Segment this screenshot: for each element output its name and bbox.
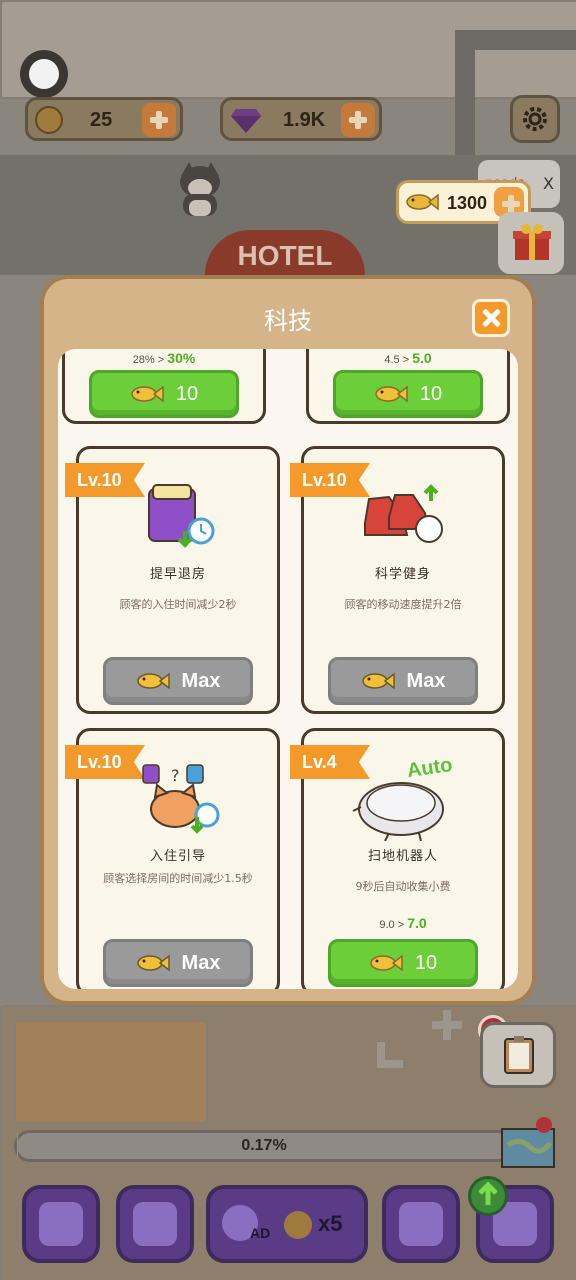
card-stat: 28% > 30% [132, 350, 196, 366]
svg-text:?: ? [171, 766, 180, 785]
upgrade-button[interactable]: 10 [333, 370, 483, 418]
upgrade-button[interactable]: 10 [328, 939, 478, 987]
fish-icon [375, 385, 408, 403]
upgrade-button[interactable]: 10 [89, 370, 239, 418]
level-progress-bar: 0.17% [14, 1130, 514, 1162]
map-button[interactable] [500, 1115, 560, 1170]
ad-boost-button[interactable]: AD x5 [206, 1185, 368, 1263]
maxed-button[interactable]: Max [103, 939, 253, 987]
hotel-sign-text: HOTEL [237, 240, 333, 271]
ad-multiplier: x5 [318, 1211, 343, 1236]
coin-counter: 25 [25, 97, 183, 141]
card-stat: 4.5 > 5.0 [384, 350, 432, 366]
ad-label: AD [250, 1225, 271, 1241]
sneakers-icon [359, 483, 454, 551]
button-label: Max [181, 669, 221, 692]
hammer-icon [133, 1202, 177, 1246]
gem-icon [231, 107, 261, 133]
card-description: 顾客的入住时间减少2秒 [119, 598, 237, 611]
tech-card: 4.5 > 5.0 10 [306, 349, 510, 424]
gem-counter: 1.9K [220, 97, 382, 141]
fish-icon [405, 193, 439, 215]
gift-icon [512, 222, 552, 262]
progress-label: 0.17% [241, 1137, 287, 1154]
card-description: 顾客的移动速度提升2倍 [344, 598, 462, 611]
tech-list[interactable]: 28% > 30% 10 4.5 > 5.0 10 Lv.10 提早退房 顾客的… [58, 349, 518, 989]
staff-button[interactable] [382, 1185, 460, 1263]
hammer-button[interactable] [116, 1185, 194, 1263]
upgrade-price: 10 [175, 382, 199, 405]
cat-character [175, 160, 225, 218]
corner-decoration-icon [375, 1040, 405, 1070]
gift-button[interactable] [498, 212, 564, 274]
maxed-button[interactable]: Max [103, 657, 253, 705]
fish-icon [131, 385, 164, 403]
gem-count: 1.9K [283, 109, 326, 131]
cat-choice-icon: ? [141, 761, 223, 835]
tech-card-checkin-guide: Lv.10 ? 入住引导 顾客选择房间的时间减少1.5秒 Max [65, 728, 280, 989]
fish-icon [361, 672, 395, 690]
level-badge: Lv.10 [65, 463, 145, 497]
staff-icon [399, 1202, 443, 1246]
close-modal-button[interactable] [472, 299, 510, 337]
coin-icon [284, 1211, 312, 1239]
shop-button[interactable] [22, 1185, 100, 1263]
assistive-touch-button[interactable] [20, 50, 68, 98]
button-label: Max [181, 951, 221, 974]
settings-button[interactable] [510, 95, 560, 143]
button-label: Max [406, 669, 446, 692]
coin-count: 25 [90, 109, 113, 131]
fish-icon [136, 672, 170, 690]
fish-icon [370, 954, 403, 972]
upgrade-available-badge [468, 1176, 508, 1216]
plus-decoration-icon [430, 1010, 464, 1040]
gear-icon [521, 105, 549, 133]
tech-modal: 科技 28% > 30% 10 4.5 > 5.0 10 Lv.10 提早退房 … [40, 275, 536, 1005]
card-description: 顾客选择房间的时间减少1.5秒 [103, 872, 253, 885]
scene-shop [14, 1020, 208, 1124]
fish-icon [136, 954, 170, 972]
card-stat: 9.0 > 7.0 [379, 915, 427, 931]
maxed-button[interactable]: Max [328, 657, 478, 705]
task-list-button[interactable] [480, 1022, 556, 1088]
shop-icon [39, 1202, 83, 1246]
tech-card-early-checkout: Lv.10 提早退房 顾客的入住时间减少2秒 Max [65, 446, 280, 714]
modal-title: 科技 [264, 307, 312, 335]
scene-road [455, 30, 576, 50]
button-label: 10 [414, 951, 438, 974]
add-coins-button[interactable] [142, 103, 176, 137]
tech-card-robot-vacuum: Lv.4 Auto 扫地机器人 9秒后自动收集小费 9.0 > 7.0 10 [290, 728, 505, 989]
noads-close-button[interactable]: X [543, 174, 554, 193]
tech-card: 28% > 30% 10 [62, 349, 266, 424]
upgrade-price: 10 [419, 382, 443, 405]
coin-icon [35, 106, 63, 134]
card-name: 科学健身 [374, 567, 431, 582]
card-description: 9秒后自动收集小费 [355, 880, 451, 893]
clipboard-icon [503, 1035, 535, 1075]
card-name: 提早退房 [149, 567, 206, 582]
add-gems-button[interactable] [341, 103, 375, 137]
bed-icon [141, 479, 217, 551]
level-badge: Lv.10 [65, 745, 145, 779]
hotel-sign: HOTEL [205, 230, 365, 275]
tech-card-fitness: Lv.10 科学健身 顾客的移动速度提升2倍 Max [290, 446, 505, 714]
card-name: 入住引导 [149, 849, 206, 864]
level-badge: Lv.10 [290, 463, 370, 497]
robot-vacuum-icon: Auto [349, 754, 469, 842]
fish-count: 1300 [447, 193, 488, 213]
card-name: 扫地机器人 [367, 849, 438, 864]
